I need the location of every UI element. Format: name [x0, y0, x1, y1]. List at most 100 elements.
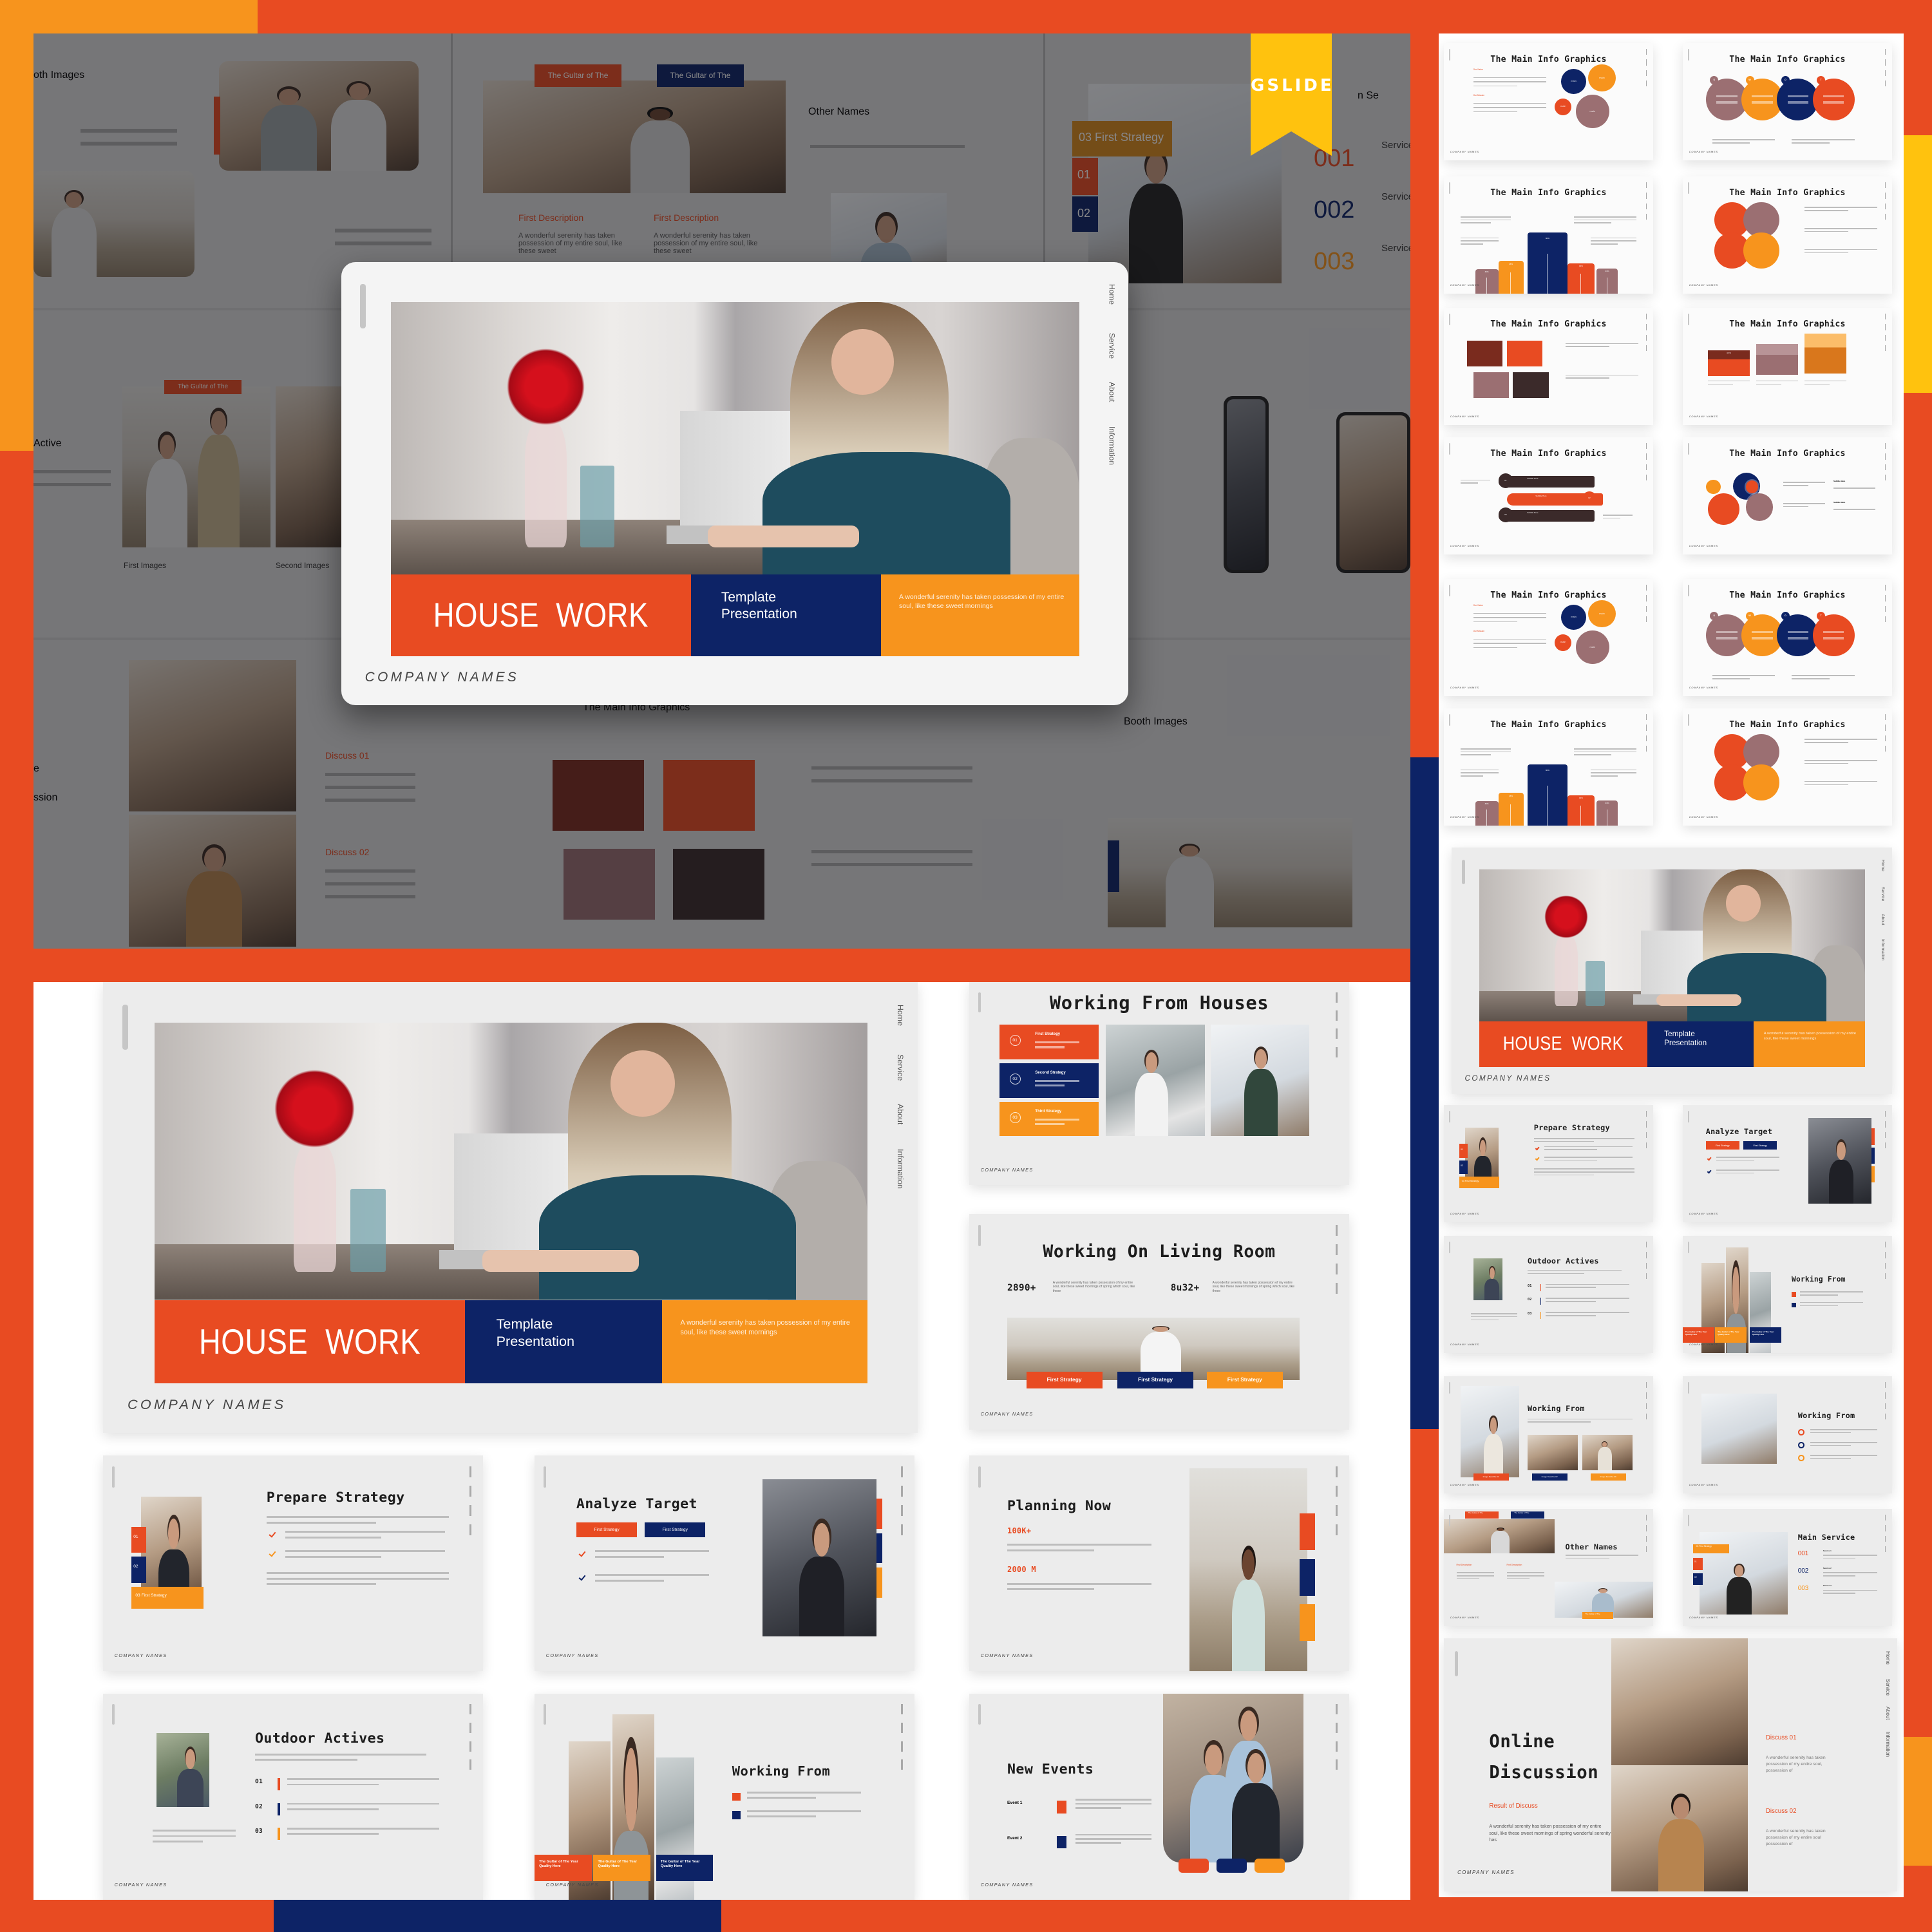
nav-tick[interactable] — [1645, 1132, 1647, 1138]
nav-tick[interactable] — [1884, 49, 1886, 55]
slide-info-graphics-arrows[interactable]: The Main Info Graphics Subtitle Here 01 Sub… — [1444, 437, 1653, 554]
slide-main-service[interactable]: 03 First Strategy 01 02 Main Service 001 Serv… — [1683, 1509, 1892, 1626]
slide-scroll-marker[interactable] — [978, 1704, 981, 1725]
nav-tick[interactable] — [1645, 464, 1647, 470]
nav-tick[interactable] — [1884, 314, 1886, 320]
nav-tick[interactable] — [1645, 714, 1647, 721]
nav-tick[interactable] — [901, 1466, 904, 1477]
nav-tick[interactable] — [1336, 1466, 1338, 1477]
nav-tick[interactable] — [1884, 1525, 1886, 1531]
nav-tick[interactable] — [1884, 80, 1886, 87]
slide-info-graphics-boxes[interactable]: The Main Info Graphics COMPANY NAMES — [1444, 308, 1653, 425]
slide-scroll-marker[interactable] — [1448, 1242, 1451, 1254]
strategy-tag[interactable]: First Strategy — [1206, 1371, 1283, 1389]
nav-tick[interactable] — [1884, 443, 1886, 450]
slide-scroll-marker[interactable] — [1687, 314, 1690, 326]
nav-tick[interactable] — [469, 1485, 472, 1497]
nav-tick[interactable] — [1336, 1524, 1338, 1535]
nav-tick[interactable] — [1336, 1244, 1338, 1255]
nav-tick[interactable] — [469, 1722, 472, 1733]
nav-about[interactable]: About — [1107, 382, 1116, 402]
nav-tick[interactable] — [1645, 1403, 1647, 1409]
slide-scroll-marker[interactable] — [1687, 182, 1690, 194]
nav-tick[interactable] — [1645, 453, 1647, 460]
nav-tick[interactable] — [1884, 214, 1886, 220]
nav-tick[interactable] — [1884, 464, 1886, 470]
nav-tick[interactable] — [1884, 1262, 1886, 1269]
slide-planning-now[interactable]: Planning Now 100K+ 2000 M COMPANY NAMES — [969, 1455, 1349, 1671]
slide-info-graphics-swot[interactable]: The Main Info Graphics S W O T COMPANY NAMES — [1683, 579, 1892, 696]
nav-tick[interactable] — [1884, 595, 1886, 601]
nav-tick[interactable] — [1336, 1028, 1338, 1039]
slide-info-graphics-circles[interactable]: The Main Info Graphics Our Vision Our Miss… — [1444, 43, 1653, 160]
slide-info-graphics-swot[interactable]: The Main Info Graphics S W O T COMPANY NAMES — [1683, 43, 1892, 160]
nav-tick[interactable] — [1645, 1382, 1647, 1388]
slide-working-on-living-room[interactable]: Working On Living Room 2890+ A wonderful s… — [969, 1214, 1349, 1430]
nav-tick[interactable] — [469, 1759, 472, 1770]
slide-scroll-marker[interactable] — [1687, 443, 1690, 455]
slide-scroll-marker[interactable] — [1687, 1242, 1690, 1254]
nav-tick[interactable] — [1884, 714, 1886, 721]
caption-tag[interactable]: The Gultar of The Year Quality Here — [1750, 1327, 1781, 1343]
strategy-tag[interactable]: First Strategy — [1705, 1141, 1739, 1150]
nav-tick[interactable] — [1884, 59, 1886, 66]
nav-tick[interactable] — [1645, 595, 1647, 601]
slide-outdoor-actives[interactable]: Outdoor Actives 01 02 03 COMPANY NAMES — [103, 1694, 483, 1900]
nav-tick[interactable] — [1645, 1525, 1647, 1531]
nav-tick[interactable] — [1645, 616, 1647, 623]
slide-scroll-marker[interactable] — [1687, 1382, 1690, 1394]
nav-tick[interactable] — [1884, 70, 1886, 76]
nav-tick[interactable] — [1884, 453, 1886, 460]
nav-tick[interactable] — [1645, 345, 1647, 352]
nav-tick[interactable] — [1645, 1262, 1647, 1269]
nav-tick[interactable] — [1884, 1252, 1886, 1258]
nav-tick[interactable] — [1645, 1111, 1647, 1117]
nav-tick[interactable] — [1884, 746, 1886, 752]
nav-tick[interactable] — [1336, 1010, 1338, 1021]
slide-outdoor-actives[interactable]: Outdoor Actives 01 02 03 COMPANY NAMES — [1444, 1236, 1653, 1353]
nav-tick[interactable] — [1645, 334, 1647, 341]
nav-tick[interactable] — [1336, 1485, 1338, 1497]
nav-tick[interactable] — [1645, 70, 1647, 76]
slide-analyze-target[interactable]: Analyze Target First Strategy First Strate… — [1683, 1105, 1892, 1222]
slide-info-graphics-cubes[interactable]: The Main Info Graphics 43 % COMPANY NAMES — [1683, 308, 1892, 425]
slide-scroll-marker[interactable] — [112, 1704, 115, 1725]
nav-tick[interactable] — [1645, 324, 1647, 330]
nav-tick[interactable] — [901, 1759, 904, 1770]
nav-tick[interactable] — [469, 1505, 472, 1516]
caption-tag[interactable]: The Gultar of The Year Quality Here — [593, 1854, 650, 1882]
nav-tick[interactable] — [1645, 214, 1647, 220]
slide-working-from[interactable]: The Gultar of The Year Quality Here The G… — [1683, 1236, 1892, 1353]
nav-tick[interactable] — [1336, 1283, 1338, 1294]
nav-tick[interactable] — [1884, 334, 1886, 341]
slide-scroll-marker[interactable] — [1462, 860, 1466, 885]
nav-tick[interactable] — [1336, 1759, 1338, 1770]
nav-tick[interactable] — [1884, 735, 1886, 741]
slide-scroll-marker[interactable] — [112, 1466, 115, 1488]
slide-prepare-strategy[interactable]: 01 02 03 First Strategy Prepare Strategy COM… — [1444, 1105, 1653, 1222]
nav-tick[interactable] — [1645, 475, 1647, 481]
nav-tick[interactable] — [1645, 735, 1647, 741]
nav-tick[interactable] — [1645, 80, 1647, 87]
slide-scroll-marker[interactable] — [978, 992, 981, 1013]
nav-tick[interactable] — [1645, 724, 1647, 731]
nav-tick[interactable] — [1336, 1224, 1338, 1236]
nav-tick[interactable] — [1884, 1132, 1886, 1138]
nav-service[interactable]: Service — [1884, 1679, 1891, 1696]
slide-scroll-marker[interactable] — [1448, 49, 1451, 61]
nav-tick[interactable] — [1336, 1046, 1338, 1057]
nav-tick[interactable] — [1336, 1741, 1338, 1752]
nav-tick[interactable] — [1645, 203, 1647, 209]
nav-tick[interactable] — [1645, 1242, 1647, 1248]
nav-home[interactable]: Home — [1107, 284, 1116, 305]
slide-working-from-houses[interactable]: Working From Houses 01 First Strategy 02 Sec… — [969, 982, 1349, 1185]
nav-tick[interactable] — [901, 1741, 904, 1752]
caption-tag[interactable]: The Gultar of The Year Quality Here — [1683, 1327, 1714, 1343]
nav-tick[interactable] — [1645, 605, 1647, 612]
nav-tick[interactable] — [901, 1524, 904, 1535]
slide-analyze-target[interactable]: Analyze Target First Strategy First Strate… — [535, 1455, 914, 1671]
slide-working-from[interactable]: The Gultar of The Year Quality Here The G… — [535, 1694, 914, 1900]
nav-tick[interactable] — [1336, 1704, 1338, 1714]
nav-tick[interactable] — [1884, 605, 1886, 612]
nav-tick[interactable] — [1645, 49, 1647, 55]
